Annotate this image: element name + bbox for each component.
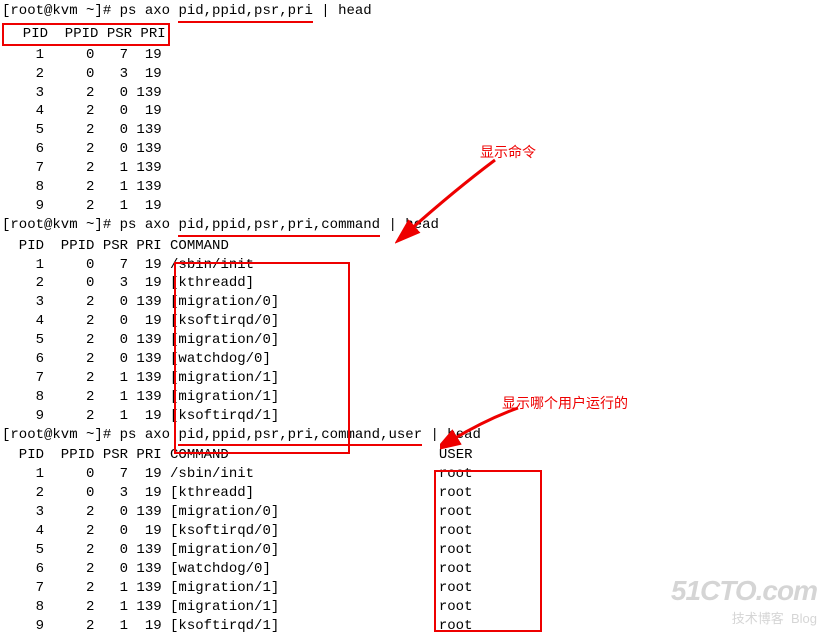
user-col-box bbox=[434, 470, 542, 632]
table-row: 3 2 0 139 bbox=[2, 84, 823, 103]
table-row: 2 0 3 19 [kthreadd] bbox=[2, 274, 823, 293]
table-row: 1 0 7 19 /sbin/init bbox=[2, 256, 823, 275]
table-block-2: 1 0 7 19 /sbin/init 2 0 3 19 [kthreadd] … bbox=[2, 256, 823, 426]
annotation-user: 显示哪个用户运行的 bbox=[502, 394, 628, 413]
table-row: 1 0 7 19 bbox=[2, 46, 823, 65]
header-2: PID PPID PSR PRI COMMAND bbox=[2, 237, 823, 256]
cmd2-command-underline: command bbox=[321, 216, 380, 237]
table-row: 9 2 1 19 [ksoftirqd/1] bbox=[2, 407, 823, 426]
table-row: 3 2 0 139 [migration/0] root bbox=[2, 503, 823, 522]
cmd3-user-underline: user bbox=[388, 426, 422, 447]
table-row: 5 2 0 139 [migration/0] bbox=[2, 331, 823, 350]
table-row: 4 2 0 19 bbox=[2, 102, 823, 121]
table-row: 7 2 1 139 [migration/1] bbox=[2, 369, 823, 388]
table-row: 4 2 0 19 [ksoftirqd/0] root bbox=[2, 522, 823, 541]
table-row: 8 2 1 139 bbox=[2, 178, 823, 197]
prompt-line-1: [root@kvm ~]# ps axo pid,ppid,psr,pri | … bbox=[2, 2, 823, 23]
cmd1-args-underline: pid,ppid,psr,pri bbox=[178, 2, 312, 23]
table-row: 5 2 0 139 [migration/0] root bbox=[2, 541, 823, 560]
table-block-1: 1 0 7 19 2 0 3 19 3 2 0 139 4 2 0 19 5 2… bbox=[2, 46, 823, 216]
header-1: PID PPID PSR PRI bbox=[2, 23, 823, 46]
prompt-line-2: [root@kvm ~]# ps axo pid,ppid,psr,pri,co… bbox=[2, 216, 823, 237]
table-row: 2 0 3 19 bbox=[2, 65, 823, 84]
command-col-box bbox=[174, 262, 350, 454]
header-3: PID PPID PSR PRI COMMAND USER bbox=[2, 446, 823, 465]
table-row: 2 0 3 19 [kthreadd] root bbox=[2, 484, 823, 503]
cmd2-args-underline: pid,ppid,psr,pri, bbox=[178, 216, 321, 237]
table-row: 7 2 1 139 bbox=[2, 159, 823, 178]
table-row: 6 2 0 139 [watchdog/0] bbox=[2, 350, 823, 369]
header1-box: PID PPID PSR PRI bbox=[2, 23, 170, 46]
table-row: 8 2 1 139 [migration/1] bbox=[2, 388, 823, 407]
watermark: 51CTO.com 技术博客 Blog bbox=[671, 572, 817, 627]
prompt-line-3: [root@kvm ~]# ps axo pid,ppid,psr,pri,co… bbox=[2, 426, 823, 447]
table-row: 6 2 0 139 bbox=[2, 140, 823, 159]
annotation-command: 显示命令 bbox=[480, 143, 536, 162]
table-row: 9 2 1 19 bbox=[2, 197, 823, 216]
table-row: 1 0 7 19 /sbin/init root bbox=[2, 465, 823, 484]
table-row: 3 2 0 139 [migration/0] bbox=[2, 293, 823, 312]
table-row: 4 2 0 19 [ksoftirqd/0] bbox=[2, 312, 823, 331]
table-row: 5 2 0 139 bbox=[2, 121, 823, 140]
